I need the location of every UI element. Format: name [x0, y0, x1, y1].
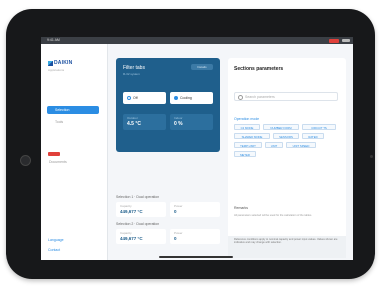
- tag-chip[interactable]: C2 MODE: [234, 124, 260, 130]
- home-button[interactable]: [20, 155, 31, 166]
- history-capacity-box: Capacity 449,677 °C: [116, 229, 166, 244]
- metric-value: 4.5 °C: [127, 121, 141, 127]
- remarks-title: Remarks: [234, 206, 249, 210]
- sidebar: DAIKIN Applications Selection Tools Docu…: [41, 44, 108, 260]
- brand-mark-icon: [48, 60, 53, 66]
- history-label: Power: [174, 231, 183, 235]
- metric-value: 0 %: [174, 121, 183, 127]
- parameters-panel: Sections parameters Search parameters Op…: [228, 58, 346, 254]
- tag-chip[interactable]: CIRCUIT TS: [302, 124, 336, 130]
- option-cooling[interactable]: Cooling: [170, 92, 213, 104]
- details-button[interactable]: Details: [191, 64, 213, 70]
- section-label: Operation mode: [234, 117, 260, 121]
- radio-on-icon: [174, 96, 178, 100]
- metric-label: Indoor: [174, 116, 183, 120]
- option-off-label: Off: [133, 96, 138, 100]
- sidebar-item-tools[interactable]: Tools: [47, 118, 99, 126]
- camera-icon: [370, 155, 373, 158]
- brand-logo: DAIKIN: [48, 60, 80, 66]
- history-value: 0: [174, 209, 177, 214]
- status-bar: 9:41 AM: [41, 37, 353, 44]
- sidebar-item-contact[interactable]: Contact: [48, 248, 60, 252]
- tag-chip[interactable]: RATED: [302, 133, 324, 139]
- sidebar-item-language[interactable]: Language: [48, 238, 64, 242]
- main-area: Filter tabs R-32 system Details Off Cool…: [108, 44, 353, 260]
- tag-chip[interactable]: NUMBER FORM: [263, 124, 299, 130]
- history-value: 449,677 °C: [120, 209, 143, 214]
- metric-label: Outdoor: [127, 116, 138, 120]
- search-icon: [238, 95, 243, 100]
- radio-off-icon: [127, 96, 131, 100]
- metric-outdoor: Outdoor 4.5 °C: [123, 114, 166, 130]
- history-power-box: Power 0: [170, 229, 220, 244]
- history-row[interactable]: Capacity 449,677 °C Power 0: [116, 229, 220, 244]
- metric-indoor: Indoor 0 %: [170, 114, 213, 130]
- battery-icon: [342, 39, 350, 42]
- history-label: Capacity: [120, 231, 132, 235]
- remarks-text: All parameters selected will be used for…: [234, 214, 312, 217]
- history-label: Capacity: [120, 204, 132, 208]
- brand-name: DAIKIN: [54, 60, 73, 66]
- tag-chip[interactable]: METER: [234, 151, 256, 157]
- search-input[interactable]: Search parameters: [234, 92, 338, 101]
- history-title: Selection 2 · Dual operation: [116, 222, 160, 226]
- status-badge: [48, 152, 60, 156]
- sidebar-item-documents[interactable]: Documents: [41, 158, 93, 166]
- selection-card: Filter tabs R-32 system Details Off Cool…: [116, 58, 220, 152]
- history-value: 0: [174, 236, 177, 241]
- tag-chip[interactable]: SHARED MODE: [234, 133, 270, 139]
- history-title: Selection 1 · Dual operation: [116, 195, 160, 199]
- recording-indicator: [329, 38, 339, 43]
- option-cooling-label: Cooling: [180, 96, 192, 100]
- status-time: 9:41 AM: [47, 38, 60, 42]
- card-subtitle: R-32 system: [123, 72, 140, 76]
- tag-chip[interactable]: UNIT SPEED: [286, 142, 316, 148]
- brand-subtitle: Applications: [48, 68, 65, 72]
- history-row[interactable]: Capacity 449,677 °C Power 0: [116, 202, 220, 217]
- card-title: Filter tabs: [123, 65, 145, 71]
- option-off[interactable]: Off: [123, 92, 166, 104]
- history-value: 449,677 °C: [120, 236, 143, 241]
- sidebar-item-selection[interactable]: Selection: [47, 106, 99, 114]
- history-capacity-box: Capacity 449,677 °C: [116, 202, 166, 217]
- search-placeholder: Search parameters: [245, 95, 275, 99]
- tag-chip[interactable]: SENSORS: [273, 133, 299, 139]
- reference-text: Reference conditions apply to nominal ca…: [234, 238, 338, 245]
- app-screen: 9:41 AM DAIKIN Applications Selection To…: [41, 37, 353, 260]
- panel-title: Sections parameters: [234, 66, 284, 72]
- history-power-box: Power 0: [170, 202, 220, 217]
- reference-box: Reference conditions apply to nominal ca…: [228, 236, 346, 258]
- tag-chip[interactable]: TEMP LIMIT: [234, 142, 262, 148]
- history-label: Power: [174, 204, 183, 208]
- tag-chip[interactable]: UNIT: [265, 142, 283, 148]
- home-indicator: [159, 256, 233, 258]
